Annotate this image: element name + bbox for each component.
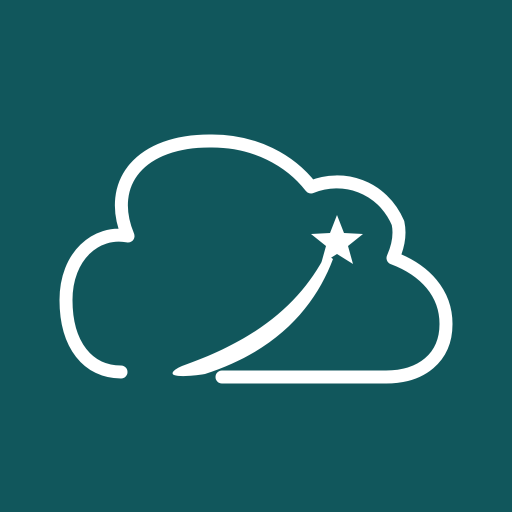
app-icon [0,0,512,512]
cloud-with-shooting-star-icon [0,0,512,512]
